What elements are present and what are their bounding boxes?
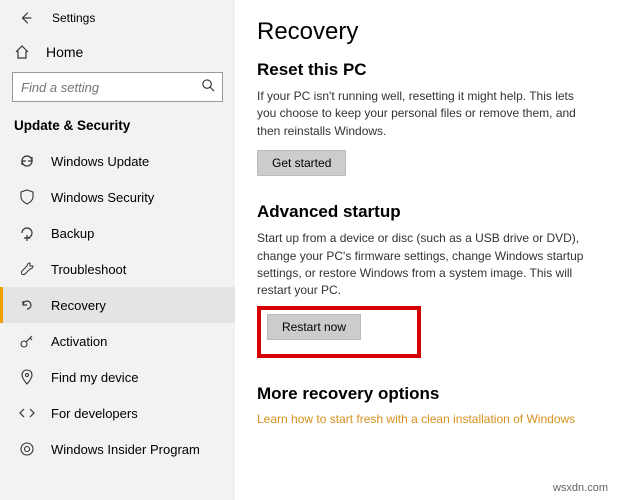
insider-icon: [19, 441, 35, 457]
nav-label: Activation: [51, 334, 107, 349]
sidebar-item-home[interactable]: Home: [0, 34, 235, 70]
sidebar-item-find-my-device[interactable]: Find my device: [0, 359, 235, 395]
window-title: Settings: [52, 11, 95, 25]
recovery-icon: [19, 297, 35, 313]
page-title: Recovery: [257, 18, 590, 46]
search-wrap: [12, 72, 223, 102]
section-reset-title: Reset this PC: [257, 60, 590, 80]
section-advanced-desc: Start up from a device or disc (such as …: [257, 230, 590, 300]
sidebar-item-windows-update[interactable]: Windows Update: [0, 143, 235, 179]
sidebar: Settings Home Update & Security Windows …: [0, 0, 235, 500]
fresh-install-link[interactable]: Learn how to start fresh with a clean in…: [257, 412, 590, 426]
sync-icon: [19, 153, 35, 169]
sidebar-item-windows-security[interactable]: Windows Security: [0, 179, 235, 215]
nav-label: For developers: [51, 406, 138, 421]
nav-label: Backup: [51, 226, 94, 241]
get-started-button[interactable]: Get started: [257, 150, 346, 176]
nav-label: Windows Insider Program: [51, 442, 200, 457]
wrench-icon: [19, 261, 35, 277]
sidebar-item-for-developers[interactable]: For developers: [0, 395, 235, 431]
search-icon: [201, 78, 216, 96]
shield-icon: [19, 189, 35, 205]
nav-label: Windows Security: [51, 190, 154, 205]
sidebar-item-troubleshoot[interactable]: Troubleshoot: [0, 251, 235, 287]
sidebar-item-recovery[interactable]: Recovery: [0, 287, 235, 323]
sidebar-item-backup[interactable]: Backup: [0, 215, 235, 251]
restart-now-button[interactable]: Restart now: [267, 314, 361, 340]
sidebar-item-insider[interactable]: Windows Insider Program: [0, 431, 235, 467]
category-title: Update & Security: [0, 110, 235, 143]
backup-icon: [19, 225, 35, 241]
code-icon: [19, 405, 35, 421]
search-input[interactable]: [12, 72, 223, 102]
nav-label: Find my device: [51, 370, 138, 385]
key-icon: [19, 333, 35, 349]
sidebar-item-activation[interactable]: Activation: [0, 323, 235, 359]
highlight-annotation: Restart now: [257, 306, 421, 358]
section-reset-desc: If your PC isn't running well, resetting…: [257, 88, 590, 140]
nav-label: Troubleshoot: [51, 262, 126, 277]
watermark: wsxdn.com: [553, 482, 608, 494]
settings-window: Settings Home Update & Security Windows …: [0, 0, 618, 500]
home-label: Home: [46, 44, 83, 60]
back-icon[interactable]: [18, 10, 34, 26]
nav-label: Windows Update: [51, 154, 149, 169]
location-icon: [19, 369, 35, 385]
home-icon: [14, 44, 30, 60]
nav-label: Recovery: [51, 298, 106, 313]
titlebar: Settings: [0, 6, 235, 34]
main-content: Recovery Reset this PC If your PC isn't …: [235, 0, 618, 500]
section-more-title: More recovery options: [257, 384, 590, 404]
section-advanced-title: Advanced startup: [257, 202, 590, 222]
